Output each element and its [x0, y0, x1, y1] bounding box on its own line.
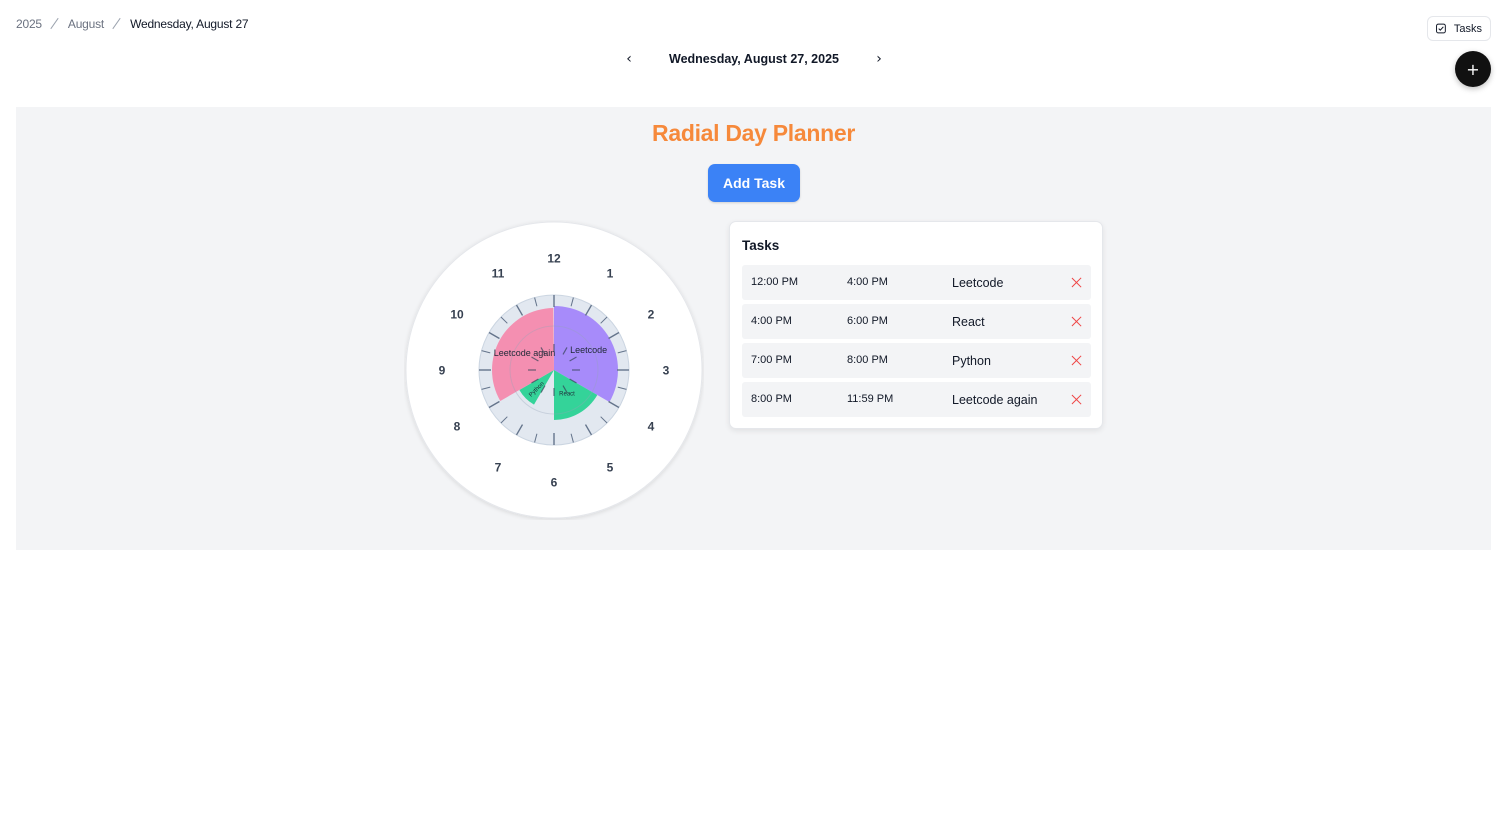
clock-hour-label: 5 [607, 461, 614, 475]
chevron-right-icon: › [876, 51, 882, 67]
task-list: 12:00 PM 4:00 PM Leetcode 4:00 PM 6:00 P… [742, 265, 1091, 421]
breadcrumb: 2025 August Wednesday, August 27 [16, 17, 249, 31]
clock-hour-label: 9 [439, 364, 446, 378]
tasks-toggle-label: Tasks [1453, 22, 1482, 35]
clock-hour-label: 6 [551, 476, 558, 490]
breadcrumb-day: Wednesday, August 27 [130, 17, 249, 31]
task-row[interactable]: 7:00 PM 8:00 PM Python [742, 343, 1091, 378]
task-name: Python [952, 354, 991, 368]
tasks-toggle-button[interactable]: Tasks [1427, 16, 1491, 41]
date-navigation: ‹ Wednesday, August 27, 2025 › [620, 48, 888, 70]
radial-clock-svg: LeetcodeReactPythonLeetcode again 121234… [405, 221, 703, 519]
task-segment-label: Leetcode again [494, 348, 556, 358]
clock-hour-label: 10 [450, 308, 464, 322]
add-task-button[interactable]: Add Task [708, 164, 800, 202]
clock-hour-label: 8 [454, 420, 461, 434]
delete-icon[interactable] [1070, 315, 1083, 328]
radial-clock: Leetcode React Python Leetcode again 12 1 2 3 4… [404, 220, 704, 520]
task-end-time: 6:00 PM [847, 315, 888, 327]
delete-icon[interactable] [1070, 276, 1083, 289]
task-end-time: 8:00 PM [847, 354, 888, 366]
breadcrumb-separator [112, 18, 122, 30]
next-day-button[interactable]: › [870, 48, 888, 70]
clock-hour-label: 1 [607, 267, 614, 281]
plus-icon: + [1466, 59, 1480, 79]
tasks-heading: Tasks [742, 238, 780, 253]
task-segment-label: Leetcode [570, 345, 607, 355]
task-name: Leetcode [952, 276, 1004, 290]
task-name: Leetcode again [952, 393, 1038, 407]
task-name: React [952, 315, 985, 329]
breadcrumb-month[interactable]: August [68, 17, 104, 31]
planner-panel: Radial Day Planner Add Task Leetcode Reac… [16, 107, 1491, 550]
checkbox-icon [1436, 23, 1446, 34]
clock-hour-label: 12 [547, 252, 561, 266]
delete-icon[interactable] [1070, 393, 1083, 406]
breadcrumb-separator [50, 18, 60, 30]
task-row[interactable]: 12:00 PM 4:00 PM Leetcode [742, 265, 1091, 300]
app-title: Radial Day Planner [652, 120, 855, 146]
task-segment-label: React [559, 392, 575, 398]
task-start-time: 4:00 PM [751, 315, 792, 327]
clock-hour-label: 2 [648, 308, 655, 322]
task-start-time: 12:00 PM [751, 276, 799, 288]
breadcrumb-year[interactable]: 2025 [16, 17, 42, 31]
task-end-time: 11:59 PM [847, 393, 894, 405]
task-end-time: 4:00 PM [847, 276, 888, 288]
clock-hour-label: 11 [492, 267, 505, 281]
current-date-title: Wednesday, August 27, 2025 [669, 52, 839, 66]
clock-hour-label: 7 [495, 461, 502, 475]
delete-icon[interactable] [1070, 354, 1083, 367]
task-start-time: 7:00 PM [751, 354, 792, 366]
clock-hour-label: 3 [663, 364, 670, 378]
task-row[interactable]: 8:00 PM 11:59 PM Leetcode again [742, 382, 1091, 417]
task-row[interactable]: 4:00 PM 6:00 PM React [742, 304, 1091, 339]
clock-hour-label: 4 [648, 420, 655, 434]
floating-add-button[interactable]: + [1455, 51, 1491, 87]
tasks-card: Tasks 12:00 PM 4:00 PM Leetcode 4:00 PM … [729, 221, 1103, 429]
task-start-time: 8:00 PM [751, 393, 792, 405]
